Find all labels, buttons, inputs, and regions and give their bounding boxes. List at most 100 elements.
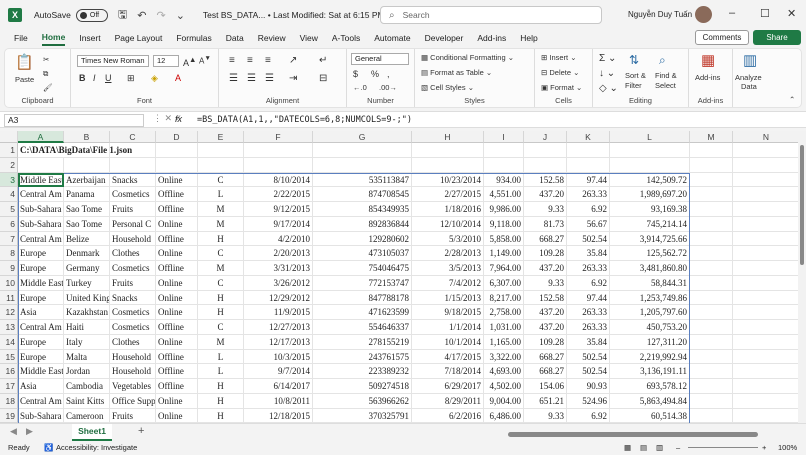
align-top-icon[interactable]: ≡ bbox=[229, 55, 235, 66]
cell[interactable]: 109.28 bbox=[524, 334, 567, 350]
column-header-l[interactable]: L bbox=[610, 131, 690, 143]
cell[interactable]: 56.67 bbox=[567, 216, 610, 232]
cell[interactable]: Offline bbox=[156, 349, 198, 365]
row-header[interactable]: 12 bbox=[0, 305, 18, 320]
cell[interactable]: Asia bbox=[18, 379, 64, 394]
cell[interactable]: Saint Kitts bbox=[64, 393, 110, 409]
cell[interactable] bbox=[733, 172, 800, 188]
cell[interactable]: 97.44 bbox=[567, 290, 610, 306]
cell[interactable]: 12/10/2014 bbox=[412, 216, 484, 232]
cell[interactable]: Offline bbox=[156, 320, 198, 335]
column-header-m[interactable]: M bbox=[690, 131, 733, 143]
row-header[interactable]: 19 bbox=[0, 408, 18, 423]
cell[interactable]: 2/22/2015 bbox=[244, 187, 313, 202]
zoom-in-icon[interactable]: + bbox=[762, 443, 766, 452]
cell[interactable]: 502.54 bbox=[567, 349, 610, 365]
cell[interactable] bbox=[244, 157, 313, 173]
column-header-e[interactable]: E bbox=[198, 131, 244, 143]
cell[interactable]: Middle East bbox=[18, 172, 64, 188]
cell[interactable]: 6/29/2017 bbox=[412, 379, 484, 394]
cell[interactable]: 58,844.31 bbox=[610, 275, 690, 291]
cell[interactable] bbox=[110, 157, 156, 173]
align-center-icon[interactable]: ☰ bbox=[247, 73, 256, 84]
cell[interactable]: 10/8/2011 bbox=[244, 393, 313, 409]
search-box[interactable]: ⌕ Search bbox=[380, 6, 602, 24]
cell[interactable]: Cosmetics bbox=[110, 320, 156, 335]
cell[interactable]: H bbox=[198, 379, 244, 394]
cell[interactable]: 125,562.72 bbox=[610, 246, 690, 261]
row-header[interactable]: 10 bbox=[0, 275, 18, 291]
cell[interactable] bbox=[733, 157, 800, 173]
cell[interactable]: 502.54 bbox=[567, 364, 610, 379]
format-cells-button[interactable]: ▣ Format ⌄ bbox=[541, 83, 582, 92]
vertical-scrollbar[interactable] bbox=[798, 131, 806, 423]
conditional-formatting-button[interactable]: ▦ Conditional Formatting ⌄ bbox=[421, 53, 514, 62]
cell[interactable] bbox=[524, 143, 567, 158]
avatar[interactable] bbox=[695, 6, 712, 23]
cell[interactable]: 6,307.00 bbox=[484, 275, 524, 291]
borders-icon[interactable]: ⊞ bbox=[127, 73, 135, 84]
cell[interactable]: Household bbox=[110, 364, 156, 379]
cell[interactable]: 152.58 bbox=[524, 172, 567, 188]
next-sheet-icon[interactable]: ▶ bbox=[26, 426, 33, 437]
cell[interactable]: 7/4/2012 bbox=[412, 275, 484, 291]
column-header-b[interactable]: B bbox=[64, 131, 110, 143]
cell[interactable]: Sub-Sahara bbox=[18, 216, 64, 232]
cell[interactable]: 152.58 bbox=[524, 290, 567, 306]
cell[interactable] bbox=[690, 216, 733, 232]
cell[interactable]: 772153747 bbox=[313, 275, 412, 291]
cell[interactable] bbox=[733, 379, 800, 394]
add-sheet-button[interactable]: + bbox=[138, 425, 144, 437]
cell[interactable] bbox=[733, 290, 800, 306]
cell[interactable]: Panama bbox=[64, 187, 110, 202]
cell[interactable]: 502.54 bbox=[567, 231, 610, 247]
cell[interactable] bbox=[690, 261, 733, 276]
cell[interactable] bbox=[412, 143, 484, 158]
cell[interactable]: 90.93 bbox=[567, 379, 610, 394]
filter-label[interactable]: Filter bbox=[625, 81, 642, 90]
tab-home[interactable]: Home bbox=[41, 32, 66, 46]
cell[interactable]: 2/28/2013 bbox=[412, 246, 484, 261]
cell[interactable]: 10/1/2014 bbox=[412, 334, 484, 350]
customize-qat-icon[interactable]: ⌄ bbox=[176, 9, 185, 22]
worksheet-grid[interactable]: A B C D E F G H I J K L M N 1 C:\DATA\BigData\File 1.js… bbox=[0, 131, 806, 423]
align-middle-icon[interactable]: ≡ bbox=[247, 55, 253, 66]
align-bottom-icon[interactable]: ≡ bbox=[265, 55, 271, 66]
addins-icon[interactable]: ▦ bbox=[701, 51, 715, 69]
cell[interactable] bbox=[484, 143, 524, 158]
cell[interactable]: Europe bbox=[18, 349, 64, 365]
tab-add-ins[interactable]: Add-ins bbox=[477, 33, 506, 45]
insert-function-icon[interactable]: fx bbox=[175, 114, 182, 124]
cell[interactable] bbox=[64, 143, 110, 158]
percent-icon[interactable]: % bbox=[371, 69, 379, 79]
cell[interactable] bbox=[64, 157, 110, 173]
formula-input[interactable]: =BS_DATA(A1,1,,"DATECOLS=6,8;NUMCOLS=9-;… bbox=[197, 115, 412, 125]
cell[interactable] bbox=[690, 320, 733, 335]
cell[interactable]: Fruits bbox=[110, 275, 156, 291]
analyze-label[interactable]: Analyze bbox=[735, 73, 762, 82]
cell[interactable] bbox=[690, 408, 733, 423]
cell[interactable] bbox=[733, 408, 800, 423]
cell[interactable]: C bbox=[198, 275, 244, 291]
cell[interactable]: 4,502.00 bbox=[484, 379, 524, 394]
paste-label[interactable]: Paste bbox=[15, 75, 34, 84]
decrease-decimal-icon[interactable]: .00→ bbox=[379, 83, 397, 92]
page-layout-view-icon[interactable]: ▤ bbox=[640, 443, 647, 452]
align-left-icon[interactable]: ☰ bbox=[229, 73, 238, 84]
cell[interactable]: 6.92 bbox=[567, 275, 610, 291]
cell[interactable]: Central Am bbox=[18, 320, 64, 335]
cell[interactable] bbox=[690, 246, 733, 261]
underline-button[interactable]: U bbox=[105, 73, 112, 83]
cell[interactable]: 243761575 bbox=[313, 349, 412, 365]
cell[interactable]: Europe bbox=[18, 246, 64, 261]
sort-label[interactable]: Sort & bbox=[625, 71, 646, 80]
cell[interactable]: 1,031.00 bbox=[484, 320, 524, 335]
cell[interactable]: Azerbaijan bbox=[64, 172, 110, 188]
cell[interactable]: 9,004.00 bbox=[484, 393, 524, 409]
row-header[interactable]: 4 bbox=[0, 187, 18, 202]
tab-file[interactable]: File bbox=[14, 33, 28, 45]
cell[interactable]: Offline bbox=[156, 231, 198, 247]
cell[interactable]: L bbox=[198, 364, 244, 379]
column-header-n[interactable]: N bbox=[733, 131, 800, 143]
cell[interactable]: 847788178 bbox=[313, 290, 412, 306]
